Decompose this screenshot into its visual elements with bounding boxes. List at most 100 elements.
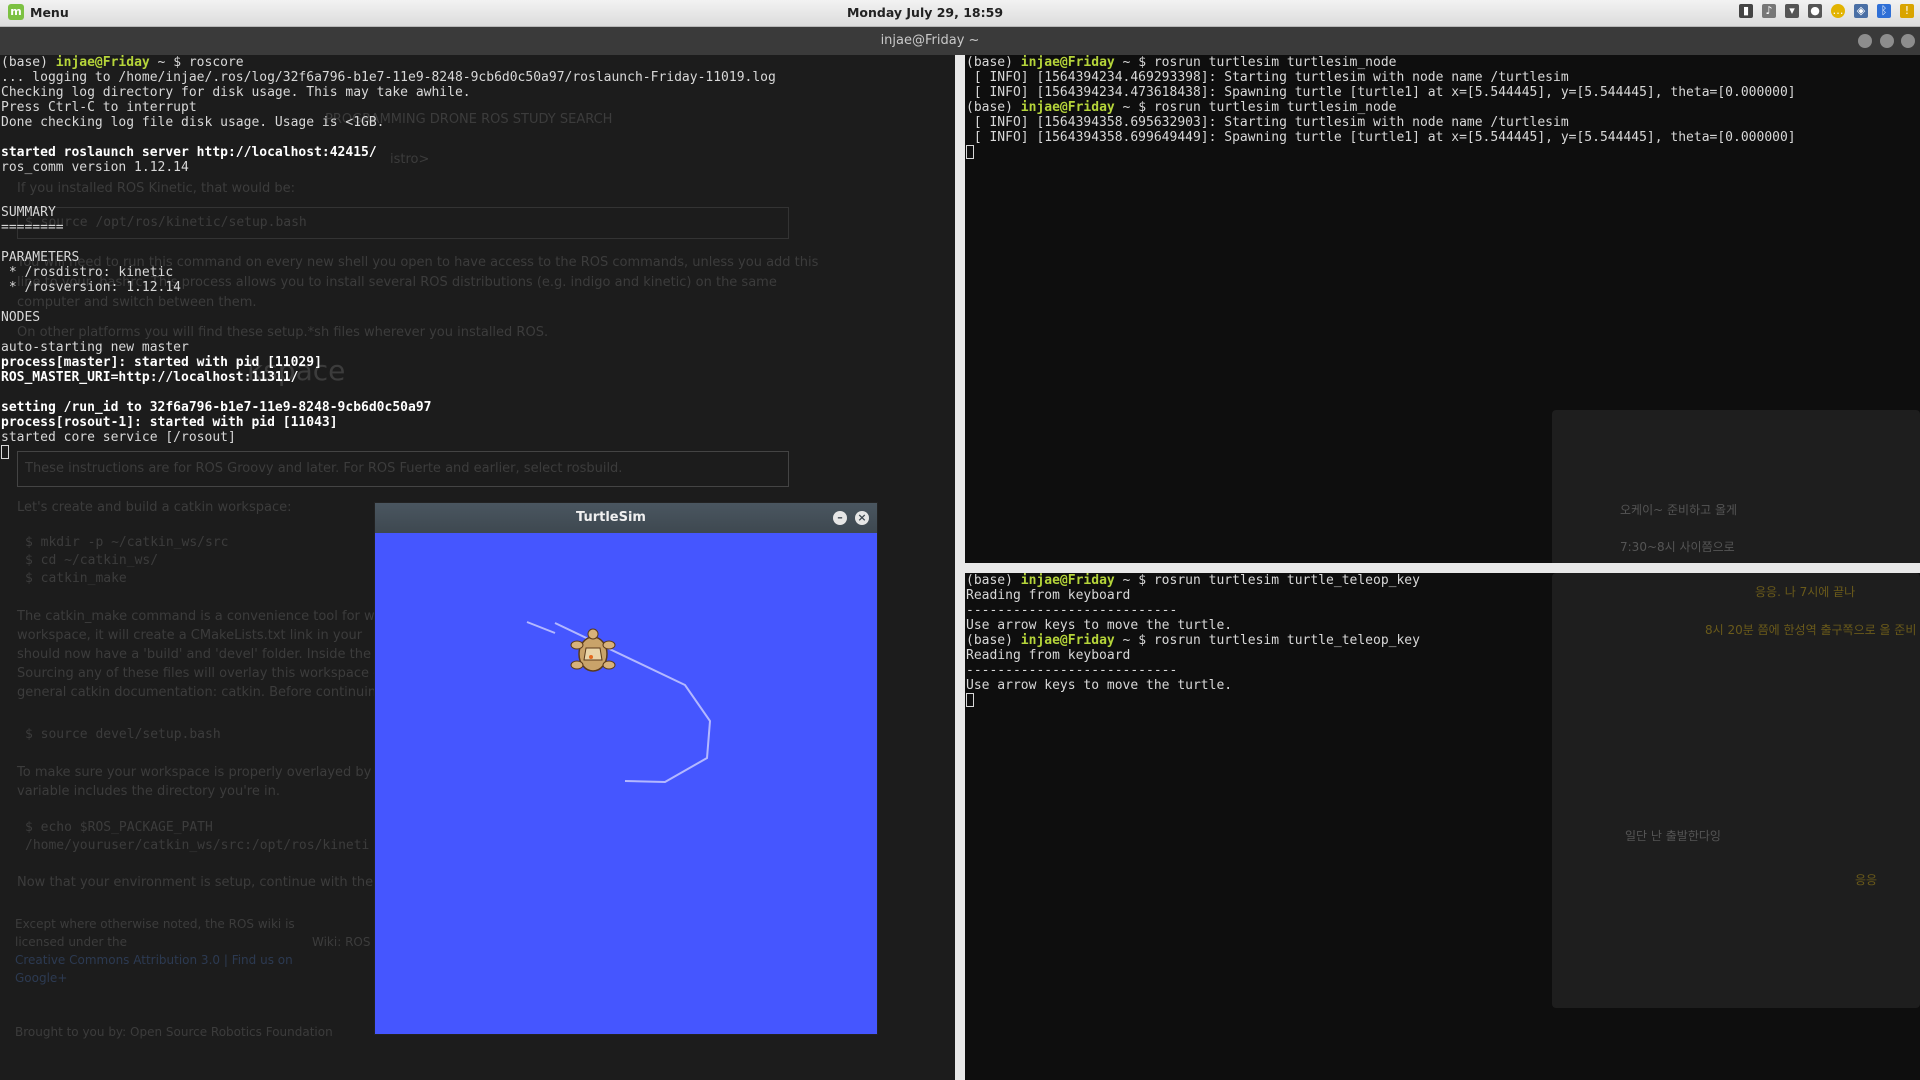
turtlesim-canvas <box>375 533 877 1034</box>
terminal-line: Press Ctrl-C to interrupt <box>1 100 776 115</box>
turtlesim-window[interactable]: TurtleSim – × <box>375 503 877 1034</box>
turtlesim-title: TurtleSim <box>576 510 646 525</box>
terminal-line: * /rosversion: 1.12.14 <box>1 280 776 295</box>
chat-icon[interactable]: … <box>1831 4 1845 18</box>
terminal-text: ~ $ rosrun turtlesim turtlesim_node <box>1114 55 1397 70</box>
close-button[interactable] <box>1901 34 1915 48</box>
turtlesim-titlebar[interactable]: TurtleSim – × <box>375 503 877 533</box>
terminal-text: Checking log directory for disk usage. T… <box>1 85 471 100</box>
top-panel: m Menu Monday July 29, 18:59 ▮ ♪ ▾ ● … ◈… <box>0 0 1920 27</box>
terminal-text: * /rosversion: 1.12.14 <box>1 280 182 295</box>
terminal-text: SUMMARY <box>1 205 56 220</box>
terminal-line: Use arrow keys to move the turtle. <box>966 678 1420 693</box>
ghost-chat-text: 일단 난 출발한다잉 <box>1625 829 1721 843</box>
terminal-cursor <box>966 145 974 159</box>
terminal-line: [ INFO] [1564394234.473618438]: Spawning… <box>966 85 1796 100</box>
terminal-pane-teleop[interactable]: 응응. 나 7시에 끝나 8시 20분 쯤에 한성역 출구쪽으로 올 준비 일단… <box>965 573 1920 1080</box>
ghost-text: Sourcing any of these files will overlay… <box>17 666 390 681</box>
terminal-output: (base) injae@Friday ~ $ roscore... loggi… <box>1 55 776 460</box>
terminal-text: Use arrow keys to move the turtle. <box>966 618 1233 633</box>
ghost-text: workspace, it will create a CMakeLists.t… <box>17 628 363 643</box>
ghost-text: Google+ <box>15 971 68 985</box>
vertical-splitter[interactable] <box>955 55 965 1080</box>
terminal-titlebar[interactable]: injae@Friday ~ <box>0 27 1920 55</box>
terminal-text: injae@Friday <box>1020 633 1115 648</box>
terminal-cursor <box>966 693 974 707</box>
terminal-line: --------------------------- <box>966 603 1420 618</box>
terminal-line: ros_comm version 1.12.14 <box>1 160 776 175</box>
terminal-text: [ INFO] [1564394234.473618438]: Spawning… <box>966 85 1796 100</box>
terminal-line: process[master]: started with pid [11029… <box>1 355 776 370</box>
ghost-chat-text: 응응. 나 7시에 끝나 <box>1755 585 1856 599</box>
user-icon[interactable]: ● <box>1808 4 1822 18</box>
terminal-line: process[rosout-1]: started with pid [110… <box>1 415 776 430</box>
terminal-text: [ INFO] [1564394358.695632903]: Starting… <box>966 115 1569 130</box>
terminal-line: started roslaunch server http://localhos… <box>1 145 776 160</box>
turtlesim-drawing <box>526 621 712 784</box>
horizontal-splitter[interactable] <box>965 563 1920 573</box>
terminal-line: (base) injae@Friday ~ $ rosrun turtlesim… <box>966 573 1420 588</box>
terminal-pane-turtlesim-node[interactable]: 오케이~ 준비하고 올게 7:30~8시 사이쯤으로 (base) injae@… <box>965 55 1920 563</box>
update-icon[interactable]: ! <box>1900 4 1914 18</box>
system-tray: ▮ ♪ ▾ ● … ◈ ᛒ ! <box>1739 4 1914 18</box>
ghost-chat-text: 응응 <box>1855 873 1878 887</box>
maximize-button[interactable] <box>1880 34 1894 48</box>
terminal-line: [ INFO] [1564394234.469293398]: Starting… <box>966 70 1796 85</box>
terminal-line: Reading from keyboard <box>966 648 1420 663</box>
terminal-line: ROS_MASTER_URI=http://localhost:11311/ <box>1 370 776 385</box>
volume-icon[interactable]: ♪ <box>1762 4 1776 18</box>
terminal-line: (base) injae@Friday ~ $ rosrun turtlesim… <box>966 55 1796 70</box>
turtle-icon <box>570 628 616 672</box>
terminal-line: auto-starting new master <box>1 340 776 355</box>
ghost-text: Brought to you by: Open Source Robotics … <box>15 1025 333 1039</box>
terminal-text: --------------------------- <box>966 663 1178 678</box>
terminal-text: injae@Friday <box>1020 100 1115 115</box>
terminal-text: Reading from keyboard <box>966 648 1131 663</box>
wifi-icon[interactable]: ▾ <box>1785 4 1799 18</box>
terminal-line: Checking log directory for disk usage. T… <box>1 85 776 100</box>
terminal-text: (base) <box>1 55 56 70</box>
terminal-text: (base) <box>966 573 1021 588</box>
ghost-text: Let's create and build a catkin workspac… <box>17 500 292 515</box>
terminal-text: process[rosout-1]: started with pid [110… <box>1 415 338 430</box>
ghost-text: The catkin_make command is a convenience… <box>17 609 388 624</box>
terminal-line: PARAMETERS <box>1 250 776 265</box>
terminal-text: NODES <box>1 310 41 325</box>
ghost-chat-text: 8시 20분 쯤에 한성역 출구쪽으로 올 준비 <box>1705 623 1917 637</box>
terminal-line: [ INFO] [1564394358.699649449]: Spawning… <box>966 130 1796 145</box>
terminal-text: [ INFO] [1564394358.699649449]: Spawning… <box>966 130 1796 145</box>
terminal-cursor <box>1 445 9 459</box>
terminal-text: process[master]: started with pid [11029… <box>1 355 322 370</box>
terminal-text: ======== <box>1 220 64 235</box>
background-chat-window <box>1552 573 1920 1008</box>
ghost-text: $ mkdir -p ~/catkin_ws/src <box>25 535 229 550</box>
ghost-text: should now have a 'build' and 'devel' fo… <box>17 647 395 662</box>
bluetooth-icon[interactable]: ᛒ <box>1877 4 1891 18</box>
terminal-line: NODES <box>1 310 776 325</box>
ghost-text: variable includes the directory you're i… <box>17 784 280 799</box>
terminal-line: ... logging to /home/injae/.ros/log/32f6… <box>1 70 776 85</box>
shield-icon[interactable]: ◈ <box>1854 4 1868 18</box>
background-chat-window <box>1552 410 1920 563</box>
terminal-text: started core service [/rosout] <box>1 430 236 445</box>
terminal-text: (base) <box>966 55 1021 70</box>
terminal-line: (base) injae@Friday ~ $ roscore <box>1 55 776 70</box>
minimize-button[interactable] <box>1858 34 1872 48</box>
clipboard-icon[interactable]: ▮ <box>1739 4 1753 18</box>
ghost-text: Now that your environment is setup, cont… <box>17 875 397 890</box>
close-button[interactable]: × <box>855 511 869 525</box>
terminal-text: --------------------------- <box>966 603 1178 618</box>
ghost-text: /home/youruser/catkin_ws/src:/opt/ros/ki… <box>25 838 370 853</box>
clock[interactable]: Monday July 29, 18:59 <box>0 5 1850 20</box>
ghost-chat-text: 오케이~ 준비하고 올게 <box>1620 503 1738 517</box>
terminal-line: started core service [/rosout] <box>1 430 776 445</box>
minimize-button[interactable]: – <box>833 511 847 525</box>
terminal-line: [ INFO] [1564394358.695632903]: Starting… <box>966 115 1796 130</box>
terminal-line: ======== <box>1 220 776 235</box>
terminal-text: Reading from keyboard <box>966 588 1131 603</box>
terminal-text: Press Ctrl-C to interrupt <box>1 100 197 115</box>
terminal-text: injae@Friday <box>1020 573 1115 588</box>
